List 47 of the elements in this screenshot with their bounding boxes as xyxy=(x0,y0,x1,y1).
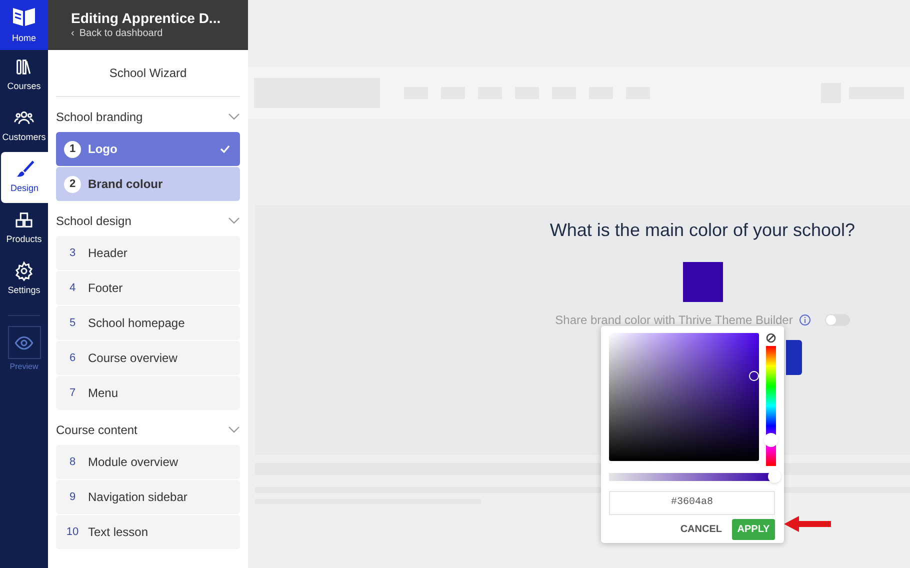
wizard-step[interactable]: 4 Footer xyxy=(56,271,240,305)
hue-thumb[interactable] xyxy=(764,432,778,447)
opacity-thumb[interactable] xyxy=(768,470,781,483)
share-label: Share brand color with Thrive Theme Builder xyxy=(555,312,793,329)
nav-item[interactable]: Courses xyxy=(0,50,48,101)
boxes-icon xyxy=(14,210,34,230)
wizard-step[interactable]: 6 Course overview xyxy=(56,341,240,375)
chevron-icon[interactable] xyxy=(228,113,240,121)
chevron-icon[interactable] xyxy=(228,426,240,434)
section-title: School branding xyxy=(56,109,143,126)
nav-item[interactable]: Settings xyxy=(0,254,48,305)
no-color-icon[interactable] xyxy=(766,333,776,343)
settings-icon xyxy=(14,261,34,282)
wizard-step[interactable]: 7 Menu xyxy=(56,376,240,410)
opacity-slider[interactable] xyxy=(609,470,781,484)
wizard-step[interactable]: 10 Text lesson xyxy=(56,515,240,549)
paintbrush-icon xyxy=(14,159,34,180)
preview-label: Preview xyxy=(10,361,38,373)
pointer-arrow xyxy=(784,516,831,532)
wizard-title: School Wizard xyxy=(56,50,240,97)
saturation-area[interactable] xyxy=(609,333,759,461)
check-icon xyxy=(220,145,230,153)
wizard-step[interactable]: 8 Module overview xyxy=(56,445,240,479)
cancel-button[interactable]: CANCEL xyxy=(680,522,722,537)
section-title: Course content xyxy=(56,422,138,439)
home-nav-item[interactable]: Home xyxy=(0,0,48,50)
back-arrow[interactable]: ‹ xyxy=(71,28,74,40)
hex-value[interactable]: #3604a8 xyxy=(670,497,713,509)
section-title: School design xyxy=(56,213,132,230)
wizard-step[interactable]: 5 School homepage xyxy=(56,306,240,340)
info-icon[interactable] xyxy=(798,314,811,326)
chevron-icon[interactable] xyxy=(228,217,240,225)
next-button[interactable] xyxy=(786,340,802,375)
question-heading: What is the main color of your school? xyxy=(550,219,856,242)
preview-button[interactable] xyxy=(8,326,40,359)
wizard-step[interactable]: 2 Brand colour xyxy=(56,167,240,201)
hue-slider[interactable] xyxy=(766,346,776,466)
editor-title: Editing Apprentice D... xyxy=(71,9,221,28)
nav-item[interactable]: Design xyxy=(1,152,48,203)
wizard-step[interactable]: 1 Logo xyxy=(56,132,240,166)
back-link[interactable]: Back to dashboard xyxy=(79,28,163,40)
share-toggle[interactable] xyxy=(824,314,850,326)
wizard-step[interactable]: 3 Header xyxy=(56,236,240,270)
color-swatch[interactable] xyxy=(682,262,722,302)
nav-item[interactable]: Products xyxy=(0,203,48,254)
nav-item[interactable]: Customers xyxy=(0,101,48,152)
wizard-step[interactable]: 9 Navigation sidebar xyxy=(56,480,240,514)
